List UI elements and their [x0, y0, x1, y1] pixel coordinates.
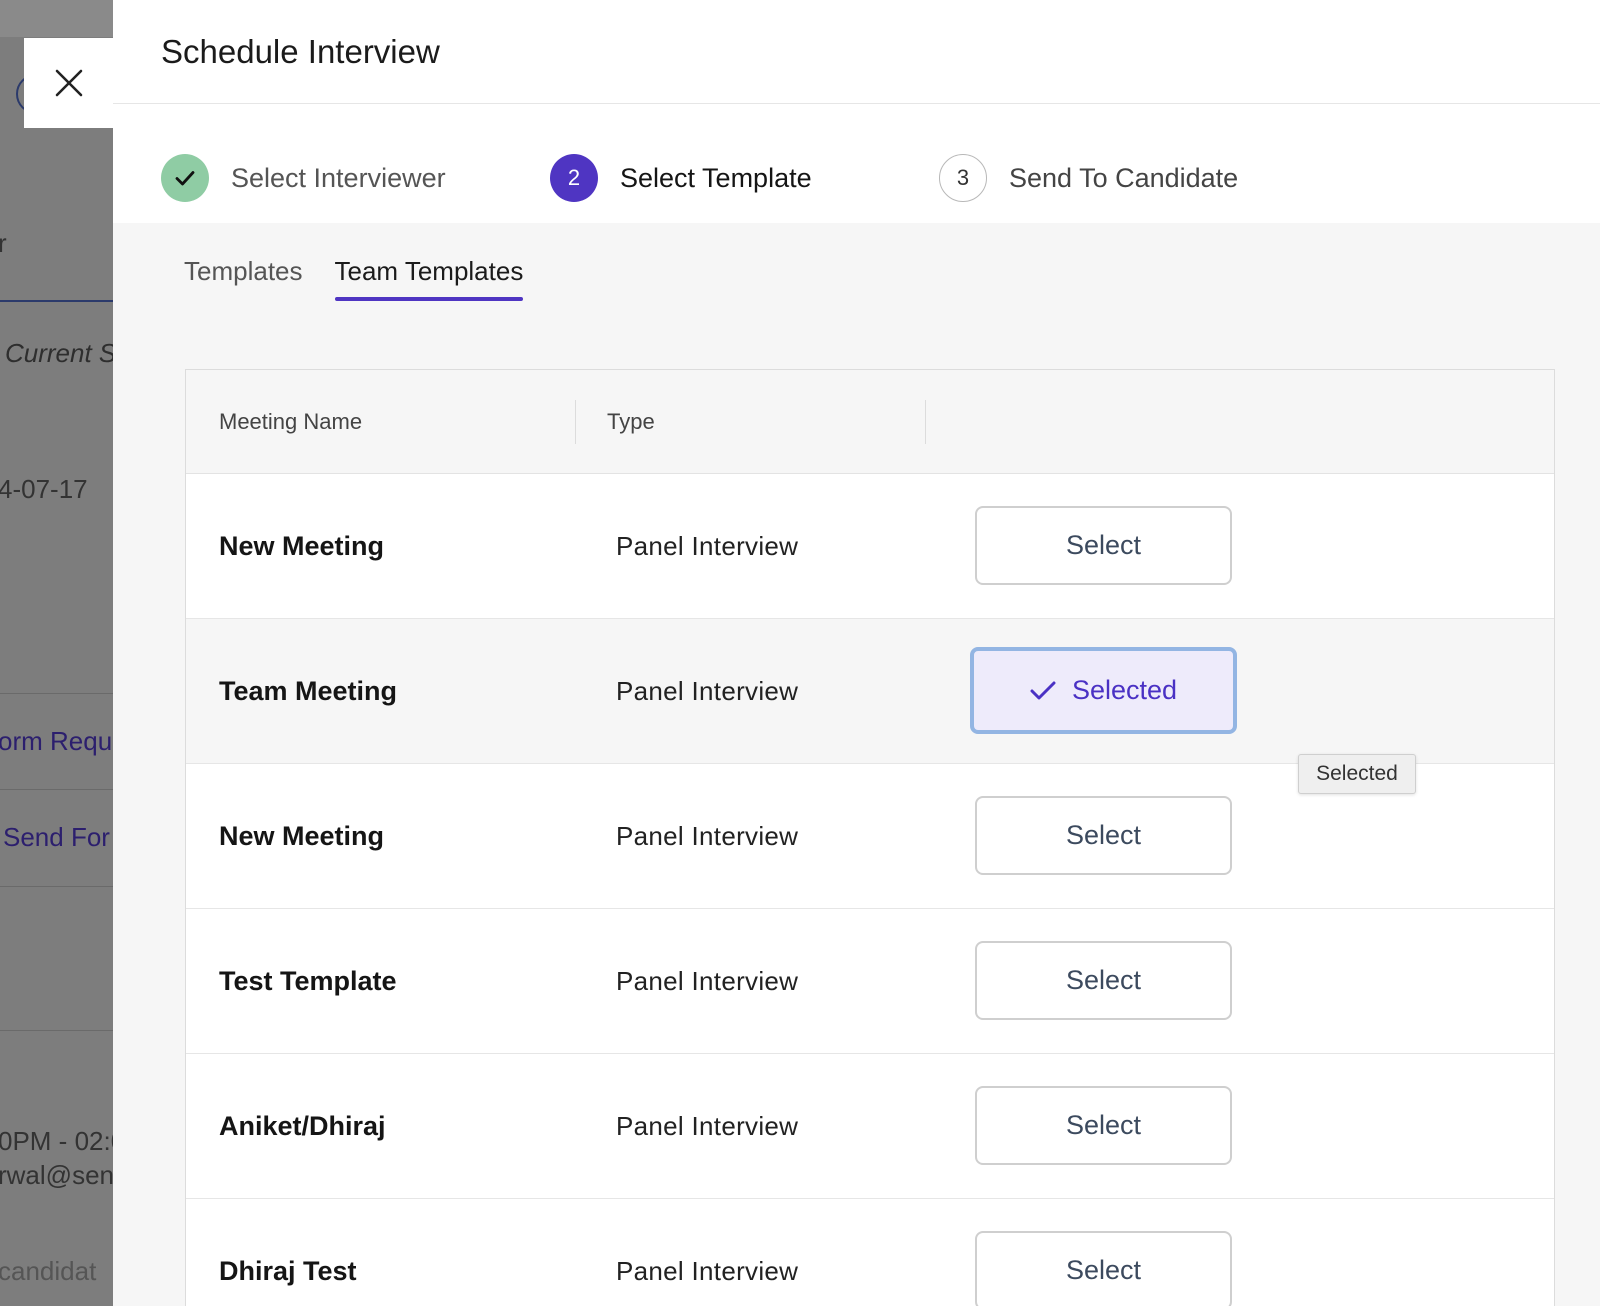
- meeting-type-cell: Panel Interview: [616, 1110, 799, 1141]
- table-row: Dhiraj Test Panel Interview Select: [186, 1199, 1554, 1306]
- selected-tooltip: Selected: [1298, 754, 1416, 794]
- meeting-type-cell: Panel Interview: [616, 965, 799, 996]
- background-current-status: Current S: [5, 338, 113, 368]
- step-select-interviewer[interactable]: Select Interviewer: [161, 154, 446, 202]
- background-divider: [0, 693, 113, 694]
- background-send-form-link: Send For: [3, 822, 110, 852]
- table-row: Team Meeting Panel Interview Selected: [186, 619, 1554, 764]
- templates-table: Meeting Name Type New Meeting Panel Inte…: [185, 369, 1555, 1306]
- step-number: 3: [939, 154, 987, 202]
- step-label: Select Template: [620, 162, 812, 193]
- step-done-indicator: [161, 154, 209, 202]
- table-row: Aniket/Dhiraj Panel Interview Select: [186, 1054, 1554, 1199]
- background-time: 0PM - 02:0: [0, 1126, 113, 1156]
- stepper: Select Interviewer 2 Select Template 3 S…: [113, 104, 1600, 223]
- meeting-type-cell: Panel Interview: [616, 530, 799, 561]
- tab-team-templates[interactable]: Team Templates: [334, 256, 523, 301]
- meeting-type-cell: Panel Interview: [616, 675, 799, 706]
- select-button[interactable]: Select: [975, 1231, 1232, 1306]
- meeting-name-cell: New Meeting: [219, 530, 385, 561]
- select-button[interactable]: Select: [975, 796, 1232, 875]
- step-number: 2: [550, 154, 598, 202]
- table-row: New Meeting Panel Interview Select: [186, 474, 1554, 619]
- panel-header: Schedule Interview: [113, 0, 1600, 104]
- template-tabs: Templates Team Templates: [184, 256, 555, 301]
- close-icon: [55, 69, 83, 97]
- column-header-meeting-name: Meeting Name: [219, 409, 363, 434]
- background-divider: [0, 789, 113, 790]
- selected-button-label: Selected: [1071, 675, 1178, 705]
- meeting-name-cell: Team Meeting: [219, 675, 398, 706]
- step-label: Send To Candidate: [1009, 162, 1239, 193]
- background-form-request-link: orm Requ: [0, 726, 113, 756]
- meeting-type-cell: Panel Interview: [616, 820, 799, 851]
- background-date: 4-07-17: [0, 474, 88, 504]
- background-text-fragment: r: [0, 228, 7, 258]
- table-row: Test Template Panel Interview Select: [186, 909, 1554, 1054]
- check-icon: [175, 171, 195, 186]
- tab-templates[interactable]: Templates: [184, 256, 303, 301]
- step-send-to-candidate[interactable]: 3 Send To Candidate: [939, 154, 1238, 202]
- check-icon: [1030, 680, 1056, 702]
- background-page: r Current S 4-07-17 orm Requ Send For 0P…: [0, 0, 113, 1306]
- select-button[interactable]: Select: [975, 941, 1232, 1020]
- background-email: rwal@sens: [0, 1160, 113, 1190]
- background-divider: [0, 1030, 113, 1031]
- meeting-name-cell: New Meeting: [219, 820, 385, 851]
- select-button[interactable]: Select: [975, 1086, 1232, 1165]
- meeting-name-cell: Dhiraj Test: [219, 1255, 357, 1286]
- step-label: Select Interviewer: [231, 162, 446, 193]
- background-candidate: candidat: [0, 1256, 97, 1286]
- background-header: [0, 0, 113, 37]
- select-button[interactable]: Select: [975, 506, 1232, 585]
- column-divider: [925, 400, 926, 444]
- schedule-interview-panel: Schedule Interview Select Interviewer 2 …: [113, 0, 1600, 1306]
- background-divider: [0, 886, 113, 887]
- step-select-template[interactable]: 2 Select Template: [550, 154, 812, 202]
- page-title: Schedule Interview: [161, 32, 440, 70]
- background-divider: [0, 300, 113, 302]
- meeting-type-cell: Panel Interview: [616, 1255, 799, 1286]
- column-header-type: Type: [607, 409, 655, 434]
- column-divider: [575, 400, 576, 444]
- table-header: Meeting Name Type: [186, 370, 1554, 474]
- selected-button[interactable]: Selected: [970, 647, 1237, 734]
- close-button[interactable]: [24, 38, 114, 128]
- meeting-name-cell: Test Template: [219, 965, 397, 996]
- meeting-name-cell: Aniket/Dhiraj: [219, 1110, 386, 1141]
